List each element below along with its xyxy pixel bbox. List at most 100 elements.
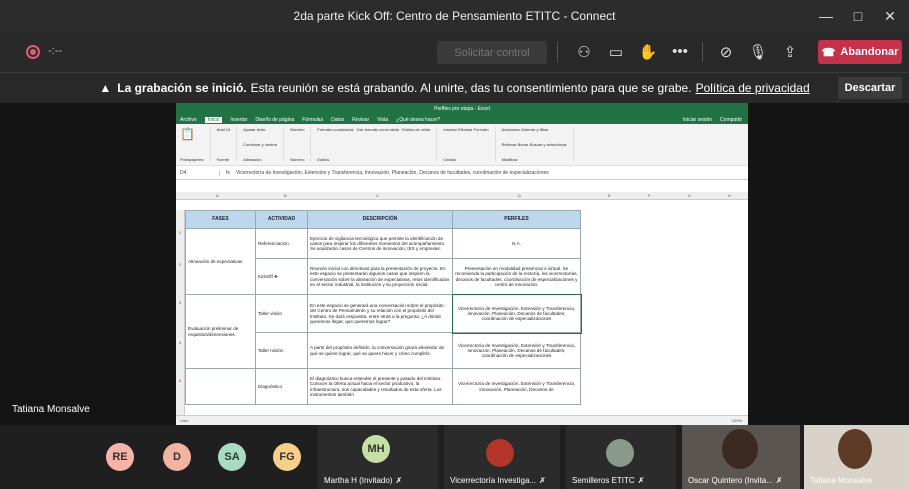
sign-in-link[interactable]: Iniciar sesión [683, 117, 712, 123]
avatar[interactable]: D [163, 443, 191, 471]
name-box[interactable]: D4 [180, 169, 220, 176]
camera-off-icon[interactable]: ⊘ [716, 43, 736, 61]
column-header[interactable]: H [728, 193, 731, 198]
cell-fase[interactable] [185, 368, 256, 405]
fill-button[interactable]: Rellenar [502, 142, 517, 147]
avatar[interactable]: RE [106, 443, 134, 471]
column-header[interactable]: C [376, 193, 379, 198]
participant-video [722, 429, 758, 469]
cell-descripcion[interactable]: A partir del propósito definido, la conv… [307, 332, 453, 369]
close-button[interactable]: ✕ [874, 8, 906, 25]
column-header[interactable]: E [608, 193, 611, 198]
row-header[interactable]: 5 [176, 378, 185, 416]
menu-tell-me[interactable]: ¿Qué desea hacer? [396, 117, 440, 123]
number-format-select[interactable]: Número [290, 127, 304, 132]
cell-descripcion[interactable]: El diagnóstico busca entender el present… [307, 368, 453, 405]
zoom-level[interactable]: 100% [732, 418, 742, 423]
formula-input[interactable]: Vicerrectoría de Investigación, Extensió… [236, 170, 549, 176]
avatar[interactable]: FG [273, 443, 301, 471]
group-label: Alineación [243, 157, 262, 162]
cell-actividad[interactable]: KickOff ✥ [255, 258, 308, 295]
discard-button[interactable]: Descartar [838, 77, 902, 99]
chat-icon[interactable]: ▭ [606, 43, 626, 61]
row-header[interactable]: 3 [176, 300, 185, 340]
menu-inicio[interactable]: Inicio [204, 116, 223, 123]
menu-datos[interactable]: Datos [331, 117, 344, 123]
cell-perfiles[interactable]: Vicerrectoría de Investigación, Extensió… [452, 332, 581, 369]
cell-perfiles[interactable]: Presentación en modalidad presencial o v… [452, 258, 581, 295]
cell-fase[interactable]: Alineación de expectativas [185, 228, 256, 295]
mic-off-icon[interactable]: 🎙 [748, 43, 768, 61]
header-fases[interactable]: FASES [185, 210, 256, 229]
paste-icon[interactable]: 📋 [180, 127, 204, 141]
menu-formulas[interactable]: Fórmulas [302, 117, 323, 123]
conditional-format-button[interactable]: Formato condicional [317, 127, 353, 132]
column-header[interactable]: G [688, 193, 691, 198]
menu-insertar[interactable]: Insertar [230, 117, 247, 123]
privacy-link[interactable]: Política de privacidad [696, 81, 810, 95]
minimize-button[interactable]: — [810, 8, 842, 24]
column-header[interactable]: D [518, 193, 521, 198]
participant-tile[interactable]: Vicerrectoría Investiga... ✗ [444, 425, 560, 489]
avatar[interactable]: SA [218, 443, 246, 471]
cell-descripcion[interactable]: Ejercicio de vigilancia tecnológica que … [307, 228, 453, 259]
more-icon[interactable]: ••• [670, 43, 690, 60]
row-header[interactable]: 1 [176, 230, 185, 262]
find-button[interactable]: Buscar y seleccionar [530, 142, 567, 147]
clear-button[interactable]: Borrar [518, 142, 529, 147]
menu-revisar[interactable]: Revisar [352, 117, 369, 123]
size-select[interactable]: 10 [226, 127, 230, 132]
request-control-button[interactable]: Solicitar control [437, 41, 547, 64]
header-descripcion[interactable]: DESCRIPCIÓN [307, 210, 453, 229]
share-icon[interactable]: ⇪ [780, 43, 800, 61]
participant-name: Martha H (Invitado) ✗ [324, 476, 403, 485]
cell-actividad[interactable]: Referenciación [255, 228, 308, 259]
leave-button[interactable]: ☎ Abandonar [818, 40, 902, 64]
excel-ribbon: 📋 Portapapeles Arial 10 Fuente Ajustar tex… [176, 124, 748, 166]
share-link[interactable]: Compartir [720, 117, 742, 123]
menu-vista[interactable]: Vista [377, 117, 388, 123]
menu-archivo[interactable]: Archivo [180, 117, 197, 123]
column-header[interactable]: B [284, 193, 287, 198]
maximize-button[interactable]: □ [842, 8, 874, 24]
row-header[interactable]: 4 [176, 340, 185, 378]
participant-tile[interactable]: Semilleros ETITC ✗ [566, 425, 676, 489]
cell-actividad[interactable]: Diagnóstico [255, 368, 308, 405]
font-select[interactable]: Arial [217, 127, 225, 132]
column-header[interactable]: F [648, 193, 650, 198]
cell-actividad[interactable]: Taller misión [255, 332, 308, 369]
excel-window: Perfiles por etapa - Excel Archivo Inici… [176, 103, 748, 425]
delete-cells-button[interactable]: Eliminar [458, 127, 472, 132]
cell-actividad[interactable]: Taller visión [255, 294, 308, 333]
participants-icon[interactable]: ⚇ [574, 43, 594, 61]
insert-cells-button[interactable]: Insertar [443, 127, 457, 132]
participant-tile[interactable]: MH Martha H (Invitado) ✗ [318, 425, 438, 489]
ribbon-group-cells: Insertar Eliminar Formato Celdas [443, 127, 496, 162]
participant-tile[interactable]: Oscar Quintero (Invita... ✗ [682, 425, 800, 489]
sort-filter-button[interactable]: Ordenar y filtrar [521, 127, 549, 132]
row-header[interactable] [176, 210, 185, 230]
table-format-button[interactable]: Dar formato como tabla [357, 127, 399, 132]
status-text: Listo [180, 418, 189, 423]
header-actividad[interactable]: ACTIVIDAD [255, 210, 308, 229]
wrap-text-button[interactable]: Ajustar texto [243, 127, 277, 132]
cell-perfiles[interactable]: N.A. [452, 228, 581, 259]
meeting-timer: -:-- [48, 45, 63, 57]
column-header[interactable]: A [216, 193, 219, 198]
menu-diseno[interactable]: Diseño de página [255, 117, 294, 123]
autosum-button[interactable]: Autosuma [502, 127, 520, 132]
merge-button[interactable]: Combinar y centrar [243, 142, 277, 147]
format-cells-button[interactable]: Formato [474, 127, 489, 132]
cell-descripcion[interactable]: En este espacio se generará una conversa… [307, 294, 453, 333]
raise-hand-icon[interactable]: ✋ [638, 43, 658, 61]
group-label: Fuente [216, 157, 230, 162]
participant-tile[interactable]: Tatiana Monsalve [804, 425, 909, 489]
cell-descripcion[interactable]: Reunión inicial con directivas para la p… [307, 258, 453, 295]
cell-styles-button[interactable]: Estilos de celda [402, 127, 430, 132]
header-perfiles[interactable]: PERFILES [452, 210, 581, 229]
cell-perfiles[interactable]: Vicerrectoría de Investigación, Extensió… [452, 368, 581, 405]
cell-perfiles-selected[interactable]: Vicerrectoría de Investigación, Extensió… [451, 293, 582, 334]
table-row: Evaluación preliminar de requisitos/dime… [185, 293, 582, 369]
row-header[interactable]: 2 [176, 262, 185, 300]
cell-fase[interactable]: Evaluación preliminar de requisitos/dime… [185, 294, 256, 369]
